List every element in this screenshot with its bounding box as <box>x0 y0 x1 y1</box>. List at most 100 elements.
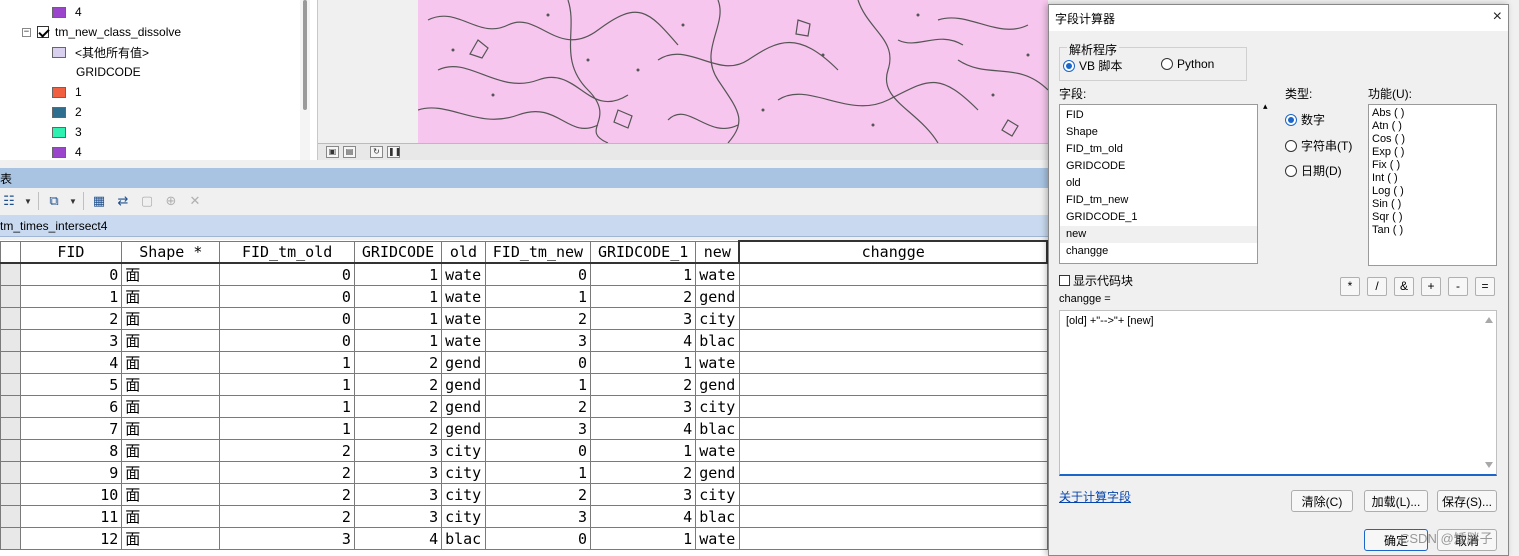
row-selector[interactable] <box>0 262 21 286</box>
table-cell[interactable]: 1 <box>353 285 443 308</box>
table-cell[interactable]: 4 <box>590 417 697 440</box>
parser-option-python[interactable]: Python <box>1161 57 1214 71</box>
column-header[interactable]: old <box>441 240 486 264</box>
row-selector[interactable] <box>0 285 21 308</box>
table-cell[interactable]: 2 <box>484 395 592 418</box>
table-cell[interactable]: city <box>695 307 740 330</box>
table-cell[interactable]: 2 <box>219 483 355 506</box>
table-cell[interactable]: 3 <box>484 329 592 352</box>
table-cell[interactable]: city <box>695 483 740 506</box>
table-cell[interactable] <box>738 329 1048 352</box>
symbol-swatch[interactable] <box>52 86 66 98</box>
row-selector[interactable] <box>0 417 21 440</box>
toc-class-item[interactable]: 4 <box>52 2 82 22</box>
table-cell[interactable] <box>738 395 1048 418</box>
table-cell[interactable]: 2 <box>353 373 443 396</box>
table-cell[interactable]: 0 <box>484 262 592 286</box>
table-options-icon[interactable]: ☷ <box>0 193 18 209</box>
function-list-item[interactable]: Fix ( ) <box>1369 159 1496 172</box>
symbol-swatch[interactable] <box>52 6 66 18</box>
type-option-number[interactable]: 数字 <box>1285 111 1325 128</box>
table-tab[interactable]: tm_times_intersect4 <box>0 215 1048 237</box>
row-selector-header[interactable] <box>0 240 21 264</box>
table-row[interactable]: 2 面 0 1 wate 2 3 city <box>0 307 1048 330</box>
table-cell[interactable]: wate <box>695 351 740 374</box>
table-cell[interactable]: 3 <box>353 439 443 462</box>
zoom-to-selected-icon[interactable]: ⊕ <box>162 193 180 209</box>
table-cell[interactable]: 0 <box>219 285 355 308</box>
toc-class-item[interactable]: 4 <box>52 142 82 160</box>
table-cell[interactable]: 3 <box>19 329 123 352</box>
table-cell[interactable]: 面 <box>121 262 221 286</box>
collapse-icon[interactable]: − <box>22 27 31 37</box>
radio-selected-icon[interactable] <box>1285 114 1297 126</box>
row-selector[interactable] <box>0 527 21 550</box>
column-header[interactable]: FID <box>19 240 123 264</box>
table-cell[interactable]: 11 <box>19 505 123 528</box>
scroll-up-icon[interactable] <box>1485 317 1493 323</box>
table-row[interactable]: 10 面 2 3 city 2 3 city <box>0 483 1048 506</box>
table-cell[interactable]: 2 <box>219 439 355 462</box>
load-button[interactable]: 加载(L)... <box>1364 490 1428 512</box>
close-icon[interactable]: × <box>1493 8 1502 26</box>
radio-icon[interactable] <box>1285 140 1297 152</box>
table-cell[interactable]: 2 <box>219 505 355 528</box>
table-cell[interactable]: gend <box>441 395 486 418</box>
table-cell[interactable] <box>738 307 1048 330</box>
help-about-calculate-field-link[interactable]: 关于计算字段 <box>1059 488 1131 505</box>
table-cell[interactable]: wate <box>441 285 486 308</box>
table-cell[interactable]: 面 <box>121 505 221 528</box>
chevron-down-icon[interactable]: ▼ <box>24 193 32 209</box>
table-cell[interactable]: 3 <box>590 395 697 418</box>
table-cell[interactable]: wate <box>441 307 486 330</box>
table-cell[interactable]: 2 <box>353 417 443 440</box>
table-cell[interactable] <box>738 439 1048 462</box>
function-list-item[interactable]: Cos ( ) <box>1369 133 1496 146</box>
table-cell[interactable]: 3 <box>353 483 443 506</box>
field-list-item[interactable]: FID_tm_new <box>1060 192 1257 209</box>
table-cell[interactable]: 3 <box>353 461 443 484</box>
map-view[interactable] <box>418 0 1048 143</box>
scrollbar-thumb[interactable] <box>303 0 307 110</box>
row-selector[interactable] <box>0 439 21 462</box>
table-cell[interactable]: gend <box>441 373 486 396</box>
table-cell[interactable] <box>738 505 1048 528</box>
operator-minus-button[interactable]: - <box>1448 277 1468 296</box>
table-cell[interactable]: 2 <box>590 373 697 396</box>
save-button[interactable]: 保存(S)... <box>1437 490 1497 512</box>
table-cell[interactable]: 面 <box>121 395 221 418</box>
row-selector[interactable] <box>0 329 21 352</box>
table-cell[interactable] <box>738 461 1048 484</box>
table-cell[interactable]: 1 <box>590 351 697 374</box>
clear-selection-icon[interactable]: ▢ <box>138 193 156 209</box>
table-cell[interactable]: 面 <box>121 461 221 484</box>
table-cell[interactable]: 1 <box>353 307 443 330</box>
table-cell[interactable]: wate <box>695 439 740 462</box>
table-cell[interactable] <box>738 483 1048 506</box>
table-cell[interactable]: blac <box>695 505 740 528</box>
table-row[interactable]: 6 面 1 2 gend 2 3 city <box>0 395 1048 418</box>
layer-name[interactable]: tm_new_class_dissolve <box>55 25 181 39</box>
table-cell[interactable] <box>738 351 1048 374</box>
table-cell[interactable]: 3 <box>484 417 592 440</box>
table-cell[interactable]: wate <box>695 527 740 550</box>
field-list-item[interactable]: new <box>1060 226 1257 243</box>
table-cell[interactable]: 4 <box>19 351 123 374</box>
table-cell[interactable]: 面 <box>121 285 221 308</box>
table-cell[interactable]: 12 <box>19 527 123 550</box>
table-row[interactable]: 5 面 1 2 gend 1 2 gend <box>0 373 1048 396</box>
table-cell[interactable]: gend <box>695 461 740 484</box>
table-cell[interactable]: 4 <box>353 527 443 550</box>
field-list-item[interactable]: GRIDCODE <box>1060 158 1257 175</box>
function-list-item[interactable]: Log ( ) <box>1369 185 1496 198</box>
table-cell[interactable]: 0 <box>219 262 355 286</box>
table-cell[interactable]: 0 <box>484 351 592 374</box>
symbol-swatch[interactable] <box>52 126 66 138</box>
table-cell[interactable]: city <box>441 505 486 528</box>
table-cell[interactable]: 面 <box>121 527 221 550</box>
operator-divide-button[interactable]: / <box>1367 277 1387 296</box>
field-list-item[interactable]: old <box>1060 175 1257 192</box>
related-tables-icon[interactable]: ⧉ <box>45 193 63 209</box>
column-header[interactable]: GRIDCODE_1 <box>590 240 697 264</box>
table-cell[interactable]: 1 <box>353 262 443 286</box>
